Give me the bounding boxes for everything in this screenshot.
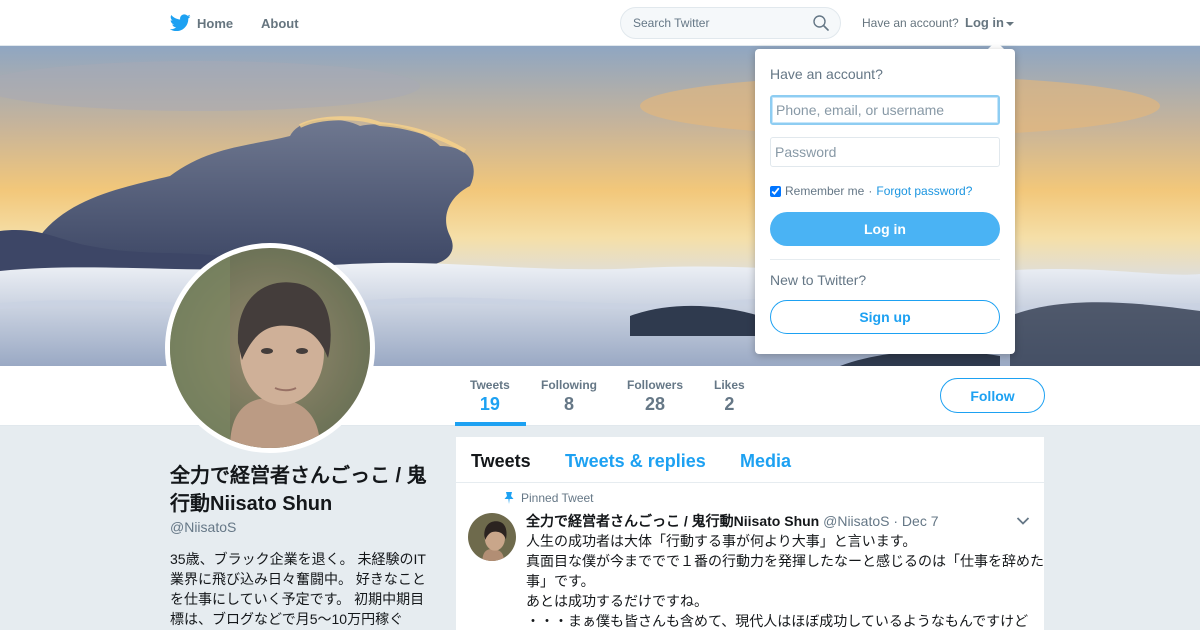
search-box[interactable]	[620, 7, 841, 39]
dropdown-arrow	[988, 41, 1004, 49]
active-stat-underline	[455, 422, 526, 426]
remember-me-label[interactable]: Remember me	[785, 184, 864, 198]
tweet-line: ・・・まぁ僕も皆さんも含めて、現代人はほぼ成功しているようなもんですけど	[526, 613, 1029, 629]
tweet-text: 人生の成功者は大体「行動する事が何より大事」と言います。 真面目な僕が今まででで…	[526, 531, 1044, 630]
remember-me-checkbox[interactable]	[770, 185, 781, 197]
search-icon[interactable]	[813, 15, 829, 31]
login-submit-button[interactable]: Log in	[770, 212, 1000, 246]
stat-label: Tweets	[470, 378, 510, 392]
nav-home-link[interactable]: Home	[170, 0, 233, 46]
tweet-author-handle[interactable]: @NiisatoS	[823, 513, 889, 529]
tweet-line: 人生の成功者は大体「行動する事が何より大事」と言います。	[526, 533, 917, 549]
tweet-author-name[interactable]: 全力で経営者さんごっこ / 鬼行動Niisato Shun	[526, 513, 819, 529]
stat-value: 2	[724, 394, 735, 414]
tab-tweets-and-replies[interactable]: Tweets & replies	[565, 451, 706, 472]
stat-label: Following	[541, 378, 597, 392]
pin-icon	[504, 492, 514, 504]
nav-home-label: Home	[197, 15, 234, 31]
follow-button[interactable]: Follow	[940, 378, 1045, 413]
caret-down-icon	[1006, 21, 1014, 26]
login-dropdown: Have an account? Remember me · Forgot pa…	[755, 49, 1015, 354]
login-dropdown-title: Have an account?	[770, 66, 883, 82]
have-account-text: Have an account?	[862, 16, 959, 30]
pinned-tweet-label: Pinned Tweet	[504, 491, 594, 505]
profile-bio: 35歳、ブラック企業を退く。 未経験のIT業界に飛び込み日々奮闘中。 好きなこと…	[170, 551, 426, 627]
password-field[interactable]	[770, 137, 1000, 167]
profile-avatar[interactable]	[165, 243, 375, 453]
stat-likes[interactable]: Likes 2	[714, 378, 745, 415]
stat-label: Likes	[714, 378, 745, 392]
nav-about-link[interactable]: About	[261, 0, 299, 46]
tweet-avatar[interactable]	[468, 513, 516, 561]
divider	[770, 259, 1000, 260]
profile-handle[interactable]: @NiisatoS	[170, 519, 236, 535]
stat-following[interactable]: Following 8	[541, 378, 597, 415]
stat-value: 8	[563, 394, 574, 414]
tab-media[interactable]: Media	[740, 451, 791, 472]
stat-value: 19	[479, 394, 500, 414]
stat-tweets[interactable]: Tweets 19	[470, 378, 510, 415]
timeline-tabs: Tweets Tweets & replies Media	[456, 437, 1044, 483]
remember-separator: ·	[868, 184, 873, 198]
tweet-date[interactable]: Dec 7	[902, 513, 939, 529]
login-menu-link[interactable]: Log in	[965, 15, 1014, 30]
profile-name[interactable]: 全力で経営者さんごっこ / 鬼行動Niisato Shun	[170, 462, 440, 518]
remember-me-row: Remember me · Forgot password?	[770, 184, 972, 198]
tweet-header: 全力で経営者さんごっこ / 鬼行動Niisato Shun @NiisatoS …	[526, 511, 939, 531]
twitter-bird-icon	[170, 14, 191, 32]
signup-button[interactable]: Sign up	[770, 300, 1000, 334]
pinned-text: Pinned Tweet	[521, 491, 594, 505]
login-menu-label: Log in	[965, 15, 1004, 30]
username-field[interactable]	[770, 95, 1000, 125]
top-navigation-bar: Home About Have an account? Log in	[0, 0, 1200, 46]
stat-followers[interactable]: Followers 28	[627, 378, 683, 415]
new-to-twitter-text: New to Twitter?	[770, 272, 867, 288]
tweet-line: あとは成功するだけですね。	[526, 593, 708, 609]
tweet-meta-separator: ·	[893, 513, 899, 529]
tab-tweets[interactable]: Tweets	[471, 451, 531, 472]
stat-value: 28	[644, 394, 666, 414]
search-input[interactable]	[621, 8, 801, 38]
stat-label: Followers	[627, 378, 684, 392]
timeline: Tweets Tweets & replies Media Pinned Twe…	[456, 437, 1044, 630]
forgot-password-link[interactable]: Forgot password?	[876, 184, 972, 198]
tweet-line: 事」です。	[526, 573, 595, 589]
chevron-down-icon[interactable]	[1016, 516, 1030, 526]
tweet-line: 真面目な僕が今まででで１番の行動力を発揮したなーと感じるのは「仕事を辞めた	[526, 553, 1044, 569]
